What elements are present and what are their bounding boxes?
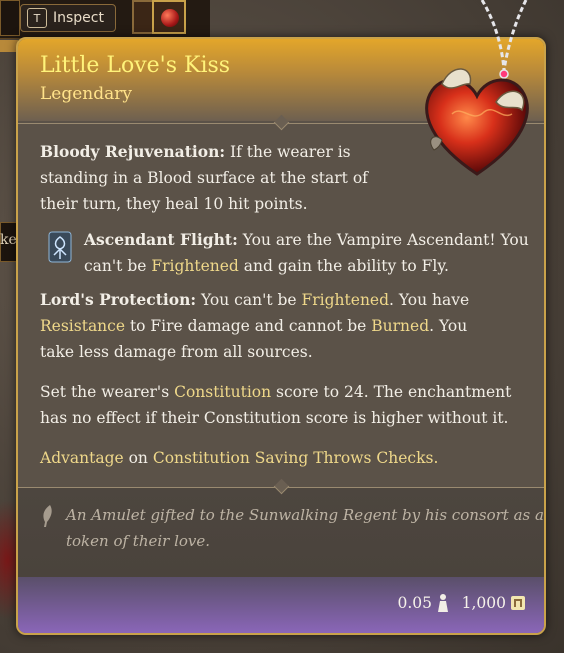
keyword-constitution[interactable]: Constitution	[174, 383, 271, 401]
tooltip-footer: 0.05 1,000	[18, 577, 544, 633]
effect-heading: Bloody Rejuvenation:	[40, 142, 226, 161]
left-panel-text: ke	[0, 232, 17, 248]
inspect-label: Inspect	[53, 10, 104, 26]
effect-text: on	[123, 449, 153, 467]
gold-coin-icon	[511, 596, 525, 610]
effect-text: score to 24. The enchantment	[271, 383, 512, 401]
item-name: Little Love's Kiss	[40, 53, 231, 78]
lore-line: token of their love.	[66, 532, 211, 550]
keyword-frightened[interactable]: Frightened	[151, 257, 239, 275]
keyword-frightened[interactable]: Frightened	[302, 291, 390, 309]
effect-text: to Fire damage and cannot be	[125, 317, 372, 335]
heart-amulet-icon	[425, 68, 529, 176]
effect-text: . You	[429, 317, 468, 335]
inventory-slot-selected[interactable]	[152, 0, 186, 34]
effect-ascendant-flight: Ascendant Flight: You are the Vampire As…	[84, 227, 529, 279]
effect-constitution-set: Set the wearer's Constitution score to 2…	[40, 379, 511, 431]
effect-text: . You have	[389, 291, 470, 309]
effect-heading: Lord's Protection:	[40, 290, 197, 309]
effect-lords-protection: Lord's Protection: You can't be Frighten…	[40, 287, 469, 365]
keyword-burned[interactable]: Burned	[371, 317, 429, 335]
effect-heading: Ascendant Flight:	[84, 230, 238, 249]
lore-section: An Amulet gifted to the Sunwalking Regen…	[18, 488, 544, 579]
inspect-button[interactable]: T Inspect	[20, 4, 116, 32]
effect-advantage: Advantage on Constitution Saving Throws …	[40, 445, 438, 471]
effect-text: Set the wearer's	[40, 383, 175, 401]
inspect-key: T	[27, 8, 47, 28]
keyword-advantage[interactable]: Advantage	[40, 449, 124, 467]
item-weight: 0.05	[397, 594, 432, 612]
effect-text: take less damage from all sources.	[40, 343, 313, 361]
effect-text: has no effect if their Constitution scor…	[40, 409, 509, 427]
effect-text: You are the Vampire Ascendant! You	[237, 231, 529, 249]
effect-text: If the wearer is	[225, 143, 351, 161]
quill-icon	[43, 505, 52, 527]
item-value: 1,000	[461, 594, 506, 612]
wing-passive-icon	[48, 231, 72, 263]
item-rarity: Legendary	[40, 84, 132, 104]
effect-bloody-rejuvenation: Bloody Rejuvenation: If the wearer is st…	[40, 139, 368, 217]
effect-text: their turn, they heal 10 hit points.	[40, 195, 308, 213]
keyword-constitution-saving-throws[interactable]: Constitution Saving Throws Checks.	[153, 449, 439, 467]
effect-text: and gain the ability to Fly.	[238, 257, 449, 275]
keyword-resistance[interactable]: Resistance	[40, 317, 125, 335]
effect-text: can't be	[84, 257, 152, 275]
weight-icon	[438, 594, 448, 612]
left-panel-edge	[0, 0, 20, 36]
lore-line: An Amulet gifted to the Sunwalking Regen…	[66, 506, 544, 524]
effect-text: standing in a Blood surface at the start…	[40, 169, 368, 187]
lore-text: An Amulet gifted to the Sunwalking Regen…	[66, 502, 544, 554]
heart-amulet-slot-icon	[161, 9, 179, 27]
effect-text: You can't be	[196, 291, 302, 309]
